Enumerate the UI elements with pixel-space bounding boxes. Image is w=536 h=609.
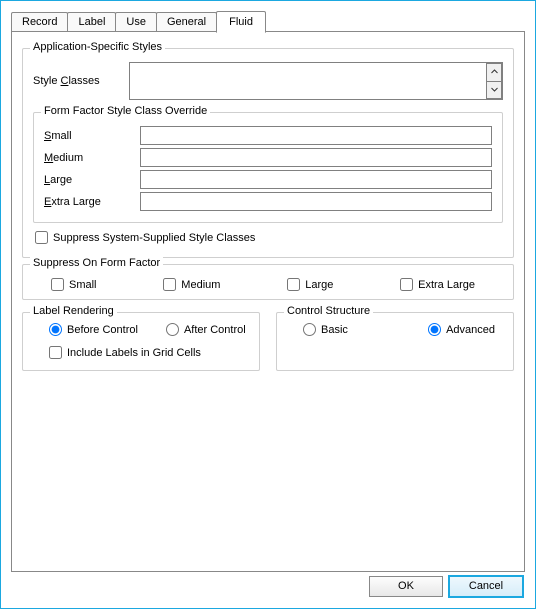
group-legend: Label Rendering xyxy=(30,305,117,317)
checkbox-label: Large xyxy=(305,279,333,291)
two-column-row: Label Rendering Before Control After Con… xyxy=(22,306,514,377)
tab-record[interactable]: Record xyxy=(11,12,68,32)
before-control-radio-input[interactable] xyxy=(49,323,62,336)
advanced-radio[interactable]: Advanced xyxy=(428,323,495,336)
extra-large-label: Extra Large xyxy=(44,196,140,208)
suppress-system-checkbox-input[interactable] xyxy=(35,231,48,244)
scroll-down-button[interactable] xyxy=(486,81,502,100)
group-legend: Application-Specific Styles xyxy=(30,41,165,53)
style-classes-field[interactable] xyxy=(129,62,503,100)
group-legend: Form Factor Style Class Override xyxy=(41,105,210,117)
group-legend: Suppress On Form Factor xyxy=(30,257,163,269)
checkbox-label: Extra Large xyxy=(418,279,475,291)
checkbox-label: Include Labels in Grid Cells xyxy=(67,347,201,359)
suppress-system-checkbox[interactable]: Suppress System-Supplied Style Classes xyxy=(35,231,255,244)
label-part: xtra Large xyxy=(51,196,101,208)
group-label-rendering: Label Rendering Before Control After Con… xyxy=(22,312,260,371)
group-control-structure: Control Structure Basic Advanced xyxy=(276,312,514,371)
dialog-window: Record Label Use General Fluid Applicati… xyxy=(0,0,536,609)
group-legend: Control Structure xyxy=(284,305,373,317)
style-classes-text[interactable] xyxy=(130,63,486,99)
label-part: Style xyxy=(33,75,61,87)
tab-general[interactable]: General xyxy=(156,12,217,32)
extra-large-input[interactable] xyxy=(140,192,492,211)
advanced-radio-input[interactable] xyxy=(428,323,441,336)
large-input[interactable] xyxy=(140,170,492,189)
tabstrip: Record Label Use General Fluid xyxy=(11,10,525,32)
suppress-small-input[interactable] xyxy=(51,278,64,291)
radio-label: Before Control xyxy=(67,324,138,336)
tabpanel-fluid: Application-Specific Styles Style Classe… xyxy=(11,31,525,572)
checkbox-label: Small xyxy=(69,279,97,291)
small-input[interactable] xyxy=(140,126,492,145)
group-application-specific-styles: Application-Specific Styles Style Classe… xyxy=(22,48,514,258)
suppress-medium-input[interactable] xyxy=(163,278,176,291)
style-classes-label: Style Classes xyxy=(33,75,129,87)
after-control-radio[interactable]: After Control xyxy=(166,323,246,336)
cancel-button[interactable]: Cancel xyxy=(449,576,523,597)
large-label: Large xyxy=(44,174,140,186)
group-suppress-on-form-factor: Suppress On Form Factor Small Medium Lar… xyxy=(22,264,514,300)
label-part: arge xyxy=(50,174,72,186)
scroll-up-button[interactable] xyxy=(486,63,502,81)
tab-label[interactable]: Label xyxy=(67,12,116,32)
medium-input[interactable] xyxy=(140,148,492,167)
small-label: Small xyxy=(44,130,140,142)
after-control-radio-input[interactable] xyxy=(166,323,179,336)
medium-label: Medium xyxy=(44,152,140,164)
suppress-extra-large-input[interactable] xyxy=(400,278,413,291)
dialog-footer: OK Cancel xyxy=(1,572,535,608)
label-part: lasses xyxy=(68,75,99,87)
suppress-large-checkbox[interactable]: Large xyxy=(287,278,333,291)
label-accel: M xyxy=(44,152,53,164)
radio-label: Advanced xyxy=(446,324,495,336)
checkbox-label: Medium xyxy=(181,279,220,291)
include-labels-input[interactable] xyxy=(49,346,62,359)
basic-radio-input[interactable] xyxy=(303,323,316,336)
tab-use[interactable]: Use xyxy=(115,12,157,32)
suppress-extra-large-checkbox[interactable]: Extra Large xyxy=(400,278,475,291)
include-labels-checkbox[interactable]: Include Labels in Grid Cells xyxy=(49,346,201,359)
ok-button[interactable]: OK xyxy=(369,576,443,597)
label-part: mall xyxy=(51,130,71,142)
tab-fluid[interactable]: Fluid xyxy=(216,11,266,33)
chevron-down-icon xyxy=(491,86,498,94)
label-part: edium xyxy=(53,152,83,164)
basic-radio[interactable]: Basic xyxy=(303,323,348,336)
radio-label: After Control xyxy=(184,324,246,336)
before-control-radio[interactable]: Before Control xyxy=(49,323,138,336)
chevron-up-icon xyxy=(491,68,498,76)
suppress-small-checkbox[interactable]: Small xyxy=(51,278,97,291)
content: Record Label Use General Fluid Applicati… xyxy=(1,1,535,572)
group-form-factor-override: Form Factor Style Class Override Small M… xyxy=(33,112,503,223)
style-classes-scroll xyxy=(486,63,502,99)
suppress-large-input[interactable] xyxy=(287,278,300,291)
suppress-medium-checkbox[interactable]: Medium xyxy=(163,278,220,291)
radio-label: Basic xyxy=(321,324,348,336)
suppress-system-label: Suppress System-Supplied Style Classes xyxy=(53,232,255,244)
